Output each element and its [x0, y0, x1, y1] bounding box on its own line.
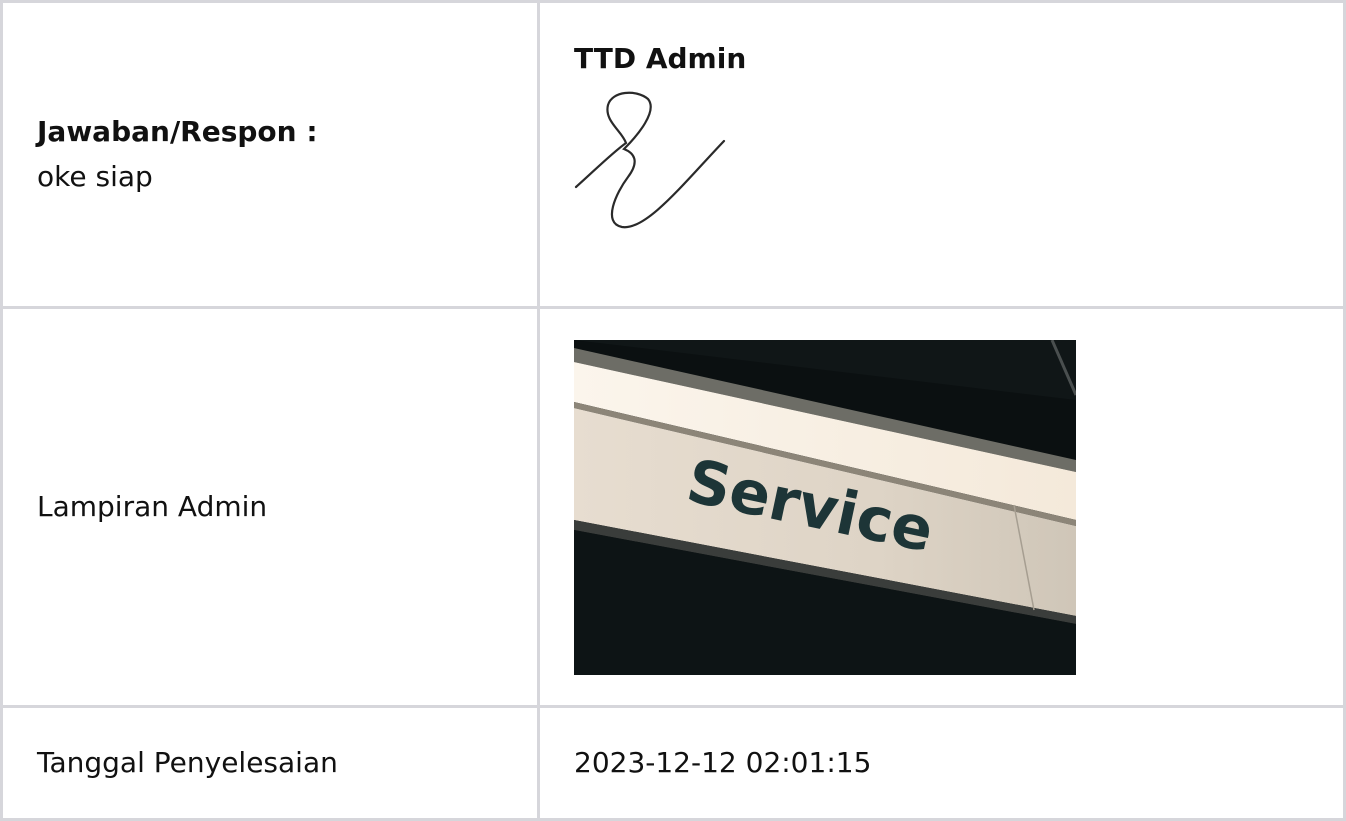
- completion-label: Tanggal Penyelesaian: [37, 745, 338, 779]
- response-value: oke siap: [37, 159, 153, 193]
- response-cell: Jawaban/Respon : oke siap: [0, 0, 540, 309]
- attachment-label-cell: Lampiran Admin: [0, 306, 540, 708]
- completion-label-cell: Tanggal Penyelesaian: [0, 705, 540, 821]
- table-row: Tanggal Penyelesaian 2023-12-12 02:01:15: [0, 705, 1346, 821]
- attachment-photo[interactable]: Service: [574, 339, 1076, 675]
- response-label: Jawaban/Respon :: [37, 114, 318, 148]
- attachment-label: Lampiran Admin: [37, 489, 268, 523]
- attachment-cell: Service: [537, 306, 1346, 708]
- table-row: Lampiran Admin Service: [0, 306, 1346, 708]
- signature-cell: TTD Admin: [537, 0, 1346, 309]
- completion-value: 2023-12-12 02:01:15: [574, 745, 872, 779]
- signature-icon: [574, 92, 726, 229]
- completion-value-cell: 2023-12-12 02:01:15: [537, 705, 1346, 821]
- detail-table: Jawaban/Respon : oke siap TTD Admin Lamp…: [0, 0, 1346, 821]
- table-row: Jawaban/Respon : oke siap TTD Admin: [0, 0, 1346, 309]
- signature-title: TTD Admin: [574, 42, 747, 75]
